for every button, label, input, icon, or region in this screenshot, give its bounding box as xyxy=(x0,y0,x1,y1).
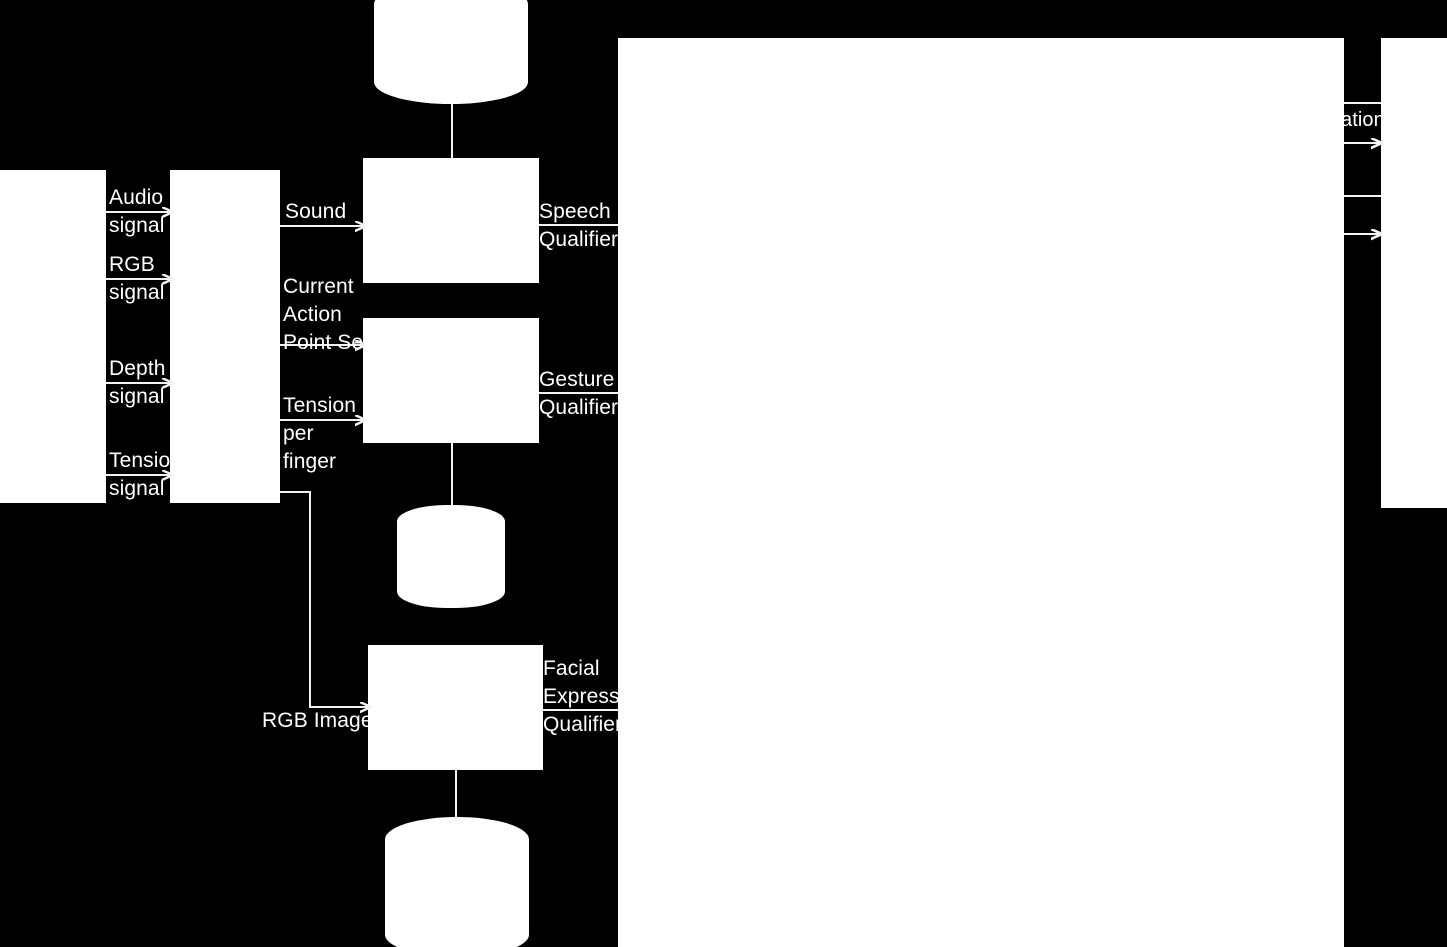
label-tension-per-finger: Tension per finger xyxy=(283,394,357,473)
label-current-action-point-set: Current Action Point Set xyxy=(283,275,370,354)
label-rgb-image: RGB Image xyxy=(262,709,373,732)
label-speech-qualifier: Speech Qualifier xyxy=(539,200,619,251)
label-audio-signal: Audio signal xyxy=(109,186,165,237)
speech-module-box xyxy=(363,158,539,283)
speech-database-cylinder xyxy=(374,0,528,104)
output-module-box xyxy=(1381,38,1447,508)
gesture-database-cylinder xyxy=(397,505,505,608)
preprocessing-box xyxy=(170,170,280,503)
fusion-box-occluder xyxy=(618,38,1344,947)
facial-module-box xyxy=(368,645,543,770)
gesture-module-box xyxy=(363,318,539,443)
label-sound: Sound xyxy=(285,200,347,223)
label-depth-signal: Depth signal xyxy=(109,357,166,408)
label-gesture-qualifier: Gesture Qualifier xyxy=(539,368,619,419)
diagram-canvas: Audio signal RGB signal Depth signal Ten… xyxy=(0,0,1447,947)
label-output-partial: ation xyxy=(1341,109,1385,131)
facial-database-cylinder xyxy=(385,817,529,947)
label-tension-signal: Tension signal xyxy=(109,449,183,500)
label-rgb-signal: RGB signal xyxy=(109,253,165,304)
sensor-input-box xyxy=(0,170,106,503)
